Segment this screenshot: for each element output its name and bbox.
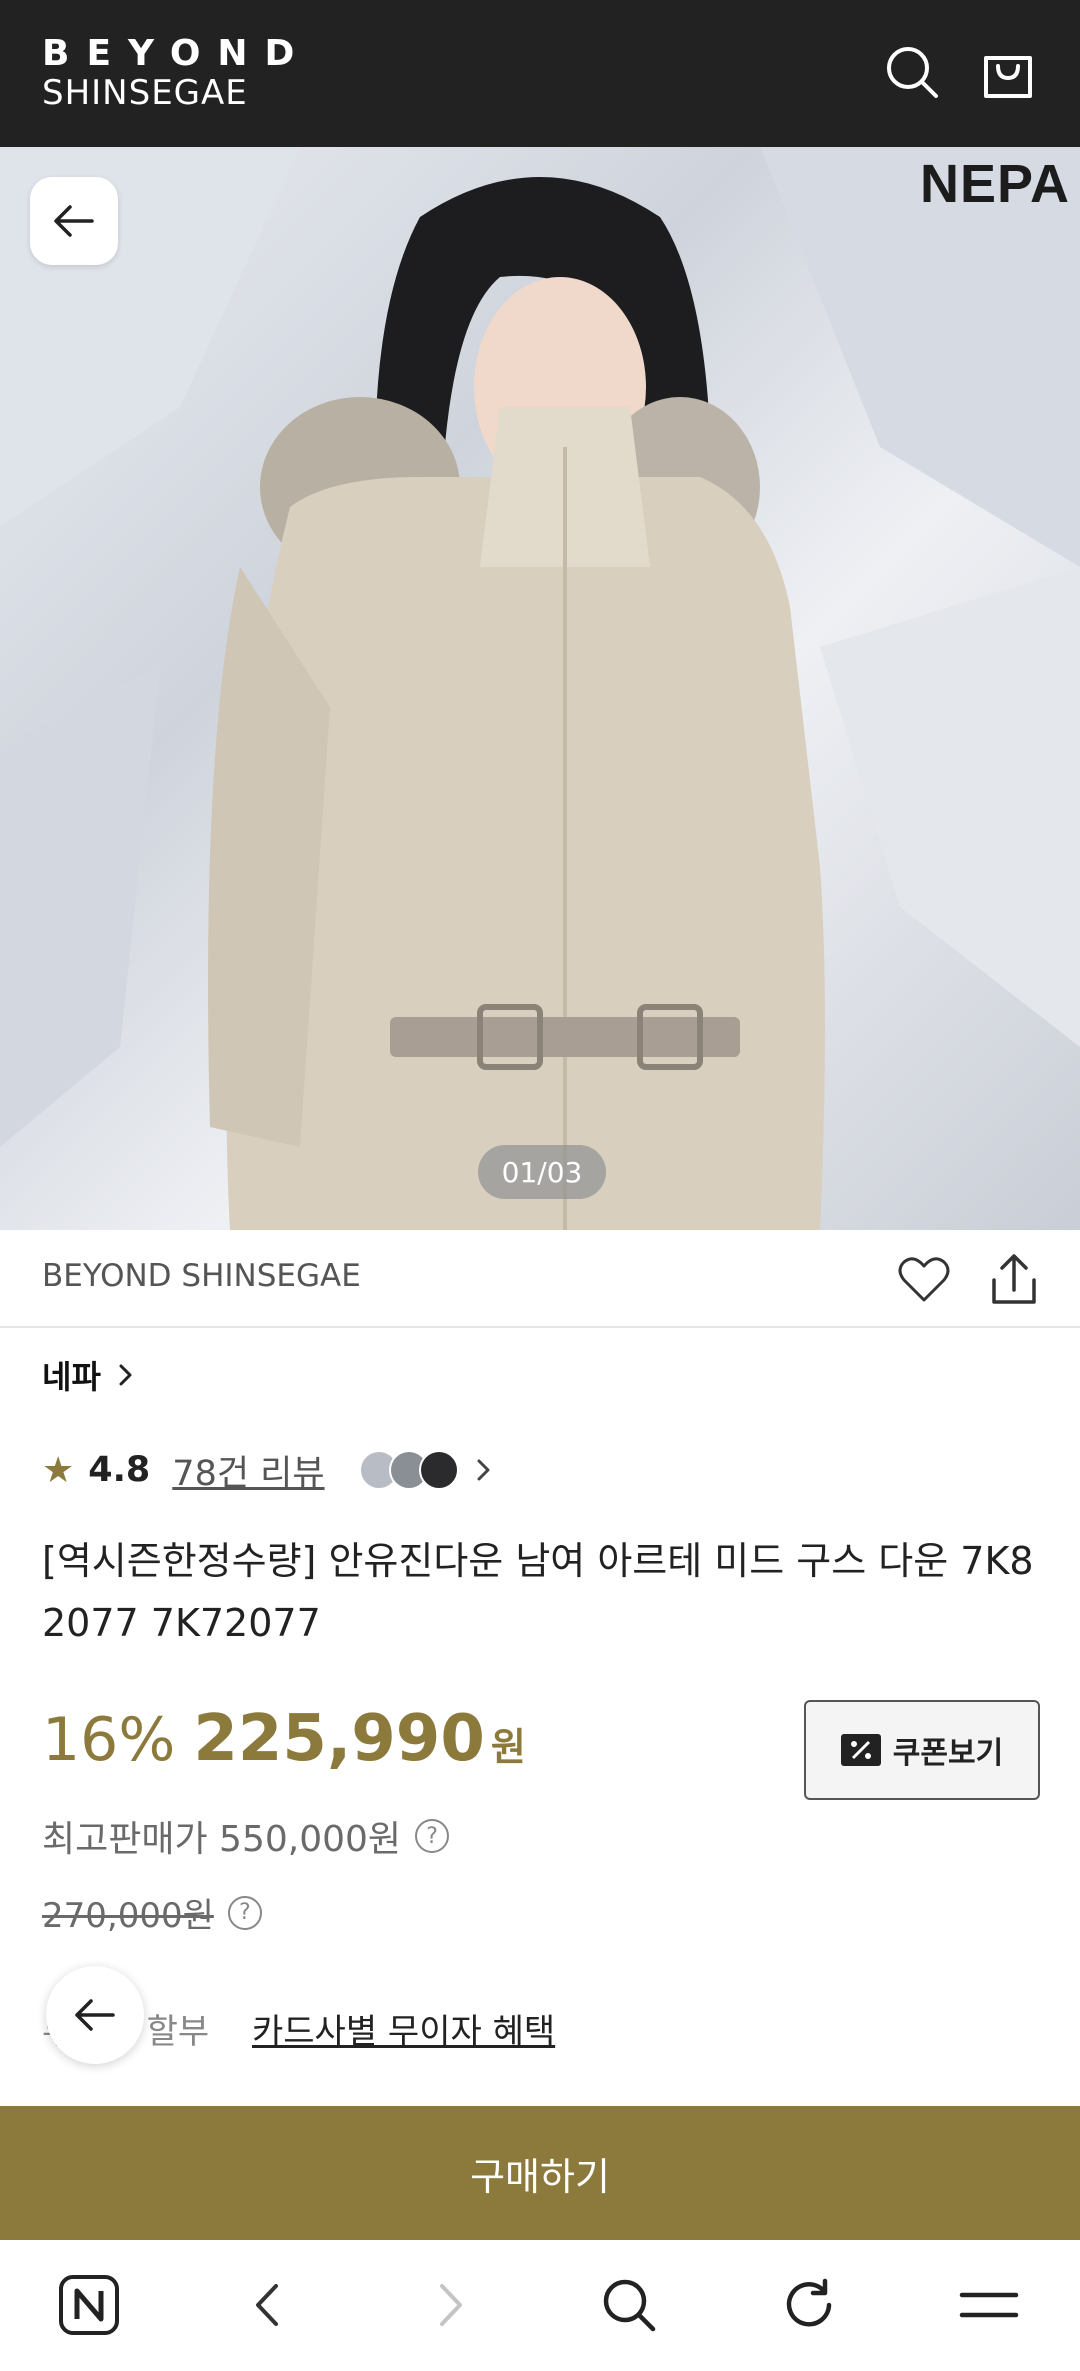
brand-name: 네파 bbox=[42, 1358, 101, 1396]
brand-watermark: NEPA bbox=[919, 154, 1070, 214]
menu-icon[interactable] bbox=[954, 2270, 1024, 2340]
search-icon[interactable] bbox=[594, 2270, 664, 2340]
forward-arrow-icon[interactable] bbox=[414, 2270, 484, 2340]
product-title: [역시즌한정수량] 안유진다운 남여 아르테 미드 구스 다운 7K8 2077… bbox=[42, 1539, 1034, 1645]
image-pager: 01/03 bbox=[478, 1145, 606, 1199]
brand-link[interactable]: 네파 bbox=[42, 1352, 141, 1398]
original-price: 270,000원 bbox=[42, 1896, 214, 1936]
heart-icon[interactable] bbox=[896, 1252, 952, 1308]
coupon-label: 쿠폰보기 bbox=[892, 1736, 1004, 1771]
card-benefit-link[interactable]: 카드사별 무이자 혜택 bbox=[252, 2004, 555, 2053]
help-icon[interactable]: ? bbox=[415, 1819, 450, 1853]
coupon-button[interactable]: 쿠폰보기 bbox=[804, 1700, 1040, 1800]
back-button[interactable] bbox=[30, 177, 118, 265]
share-icon[interactable] bbox=[984, 1250, 1044, 1310]
max-price: 최고판매가 550,000원 bbox=[42, 1819, 402, 1860]
product-image[interactable]: NEPA 01/03 bbox=[0, 147, 1080, 1230]
search-icon[interactable] bbox=[882, 42, 942, 102]
floating-back-button[interactable] bbox=[46, 1966, 144, 2064]
review-count-link[interactable]: 78건 리뷰 bbox=[172, 1445, 324, 1496]
product-photo-illustration bbox=[0, 147, 1080, 1230]
max-price-row: 최고판매가 550,000원 ? bbox=[42, 1810, 450, 1862]
currency-unit: 원 bbox=[490, 1725, 526, 1769]
site-logo[interactable]: BEYOND SHINSEGAE bbox=[42, 33, 312, 113]
discount-rate: 16% bbox=[42, 1705, 176, 1775]
arrow-left-icon bbox=[75, 1999, 115, 2031]
coupon-icon bbox=[840, 1734, 881, 1766]
logo-line2: SHINSEGAE bbox=[42, 73, 248, 113]
star-icon: ★ bbox=[42, 1449, 75, 1491]
rating-row: ★ 4.8 78건 리뷰 bbox=[42, 1442, 499, 1498]
help-icon[interactable]: ? bbox=[227, 1895, 262, 1930]
refresh-icon[interactable] bbox=[774, 2270, 844, 2340]
browser-bottom-bar bbox=[0, 2240, 1080, 2371]
review-thumbnail bbox=[418, 1450, 459, 1490]
review-thumbnails[interactable] bbox=[358, 1450, 499, 1490]
top-header: BEYOND SHINSEGAE bbox=[0, 0, 1080, 147]
chevron-right-icon bbox=[477, 1459, 490, 1481]
original-price-row: 270,000원 ? bbox=[42, 1888, 262, 1937]
seller-row: BEYOND SHINSEGAE bbox=[0, 1230, 1080, 1328]
rating-score: 4.8 bbox=[88, 1450, 151, 1490]
price-row: 16% 225,990 원 bbox=[42, 1702, 526, 1776]
arrow-left-icon bbox=[54, 205, 94, 237]
sale-price: 225,990 bbox=[193, 1702, 485, 1776]
naver-home-icon[interactable] bbox=[54, 2270, 124, 2340]
logo-line1: BEYOND bbox=[42, 33, 312, 74]
back-arrow-icon[interactable] bbox=[234, 2270, 304, 2340]
buy-button[interactable]: 구매하기 bbox=[0, 2106, 1080, 2240]
chevron-right-icon bbox=[119, 1364, 132, 1386]
shopping-bag-icon[interactable] bbox=[978, 42, 1038, 102]
seller-name[interactable]: BEYOND SHINSEGAE bbox=[42, 1258, 361, 1294]
